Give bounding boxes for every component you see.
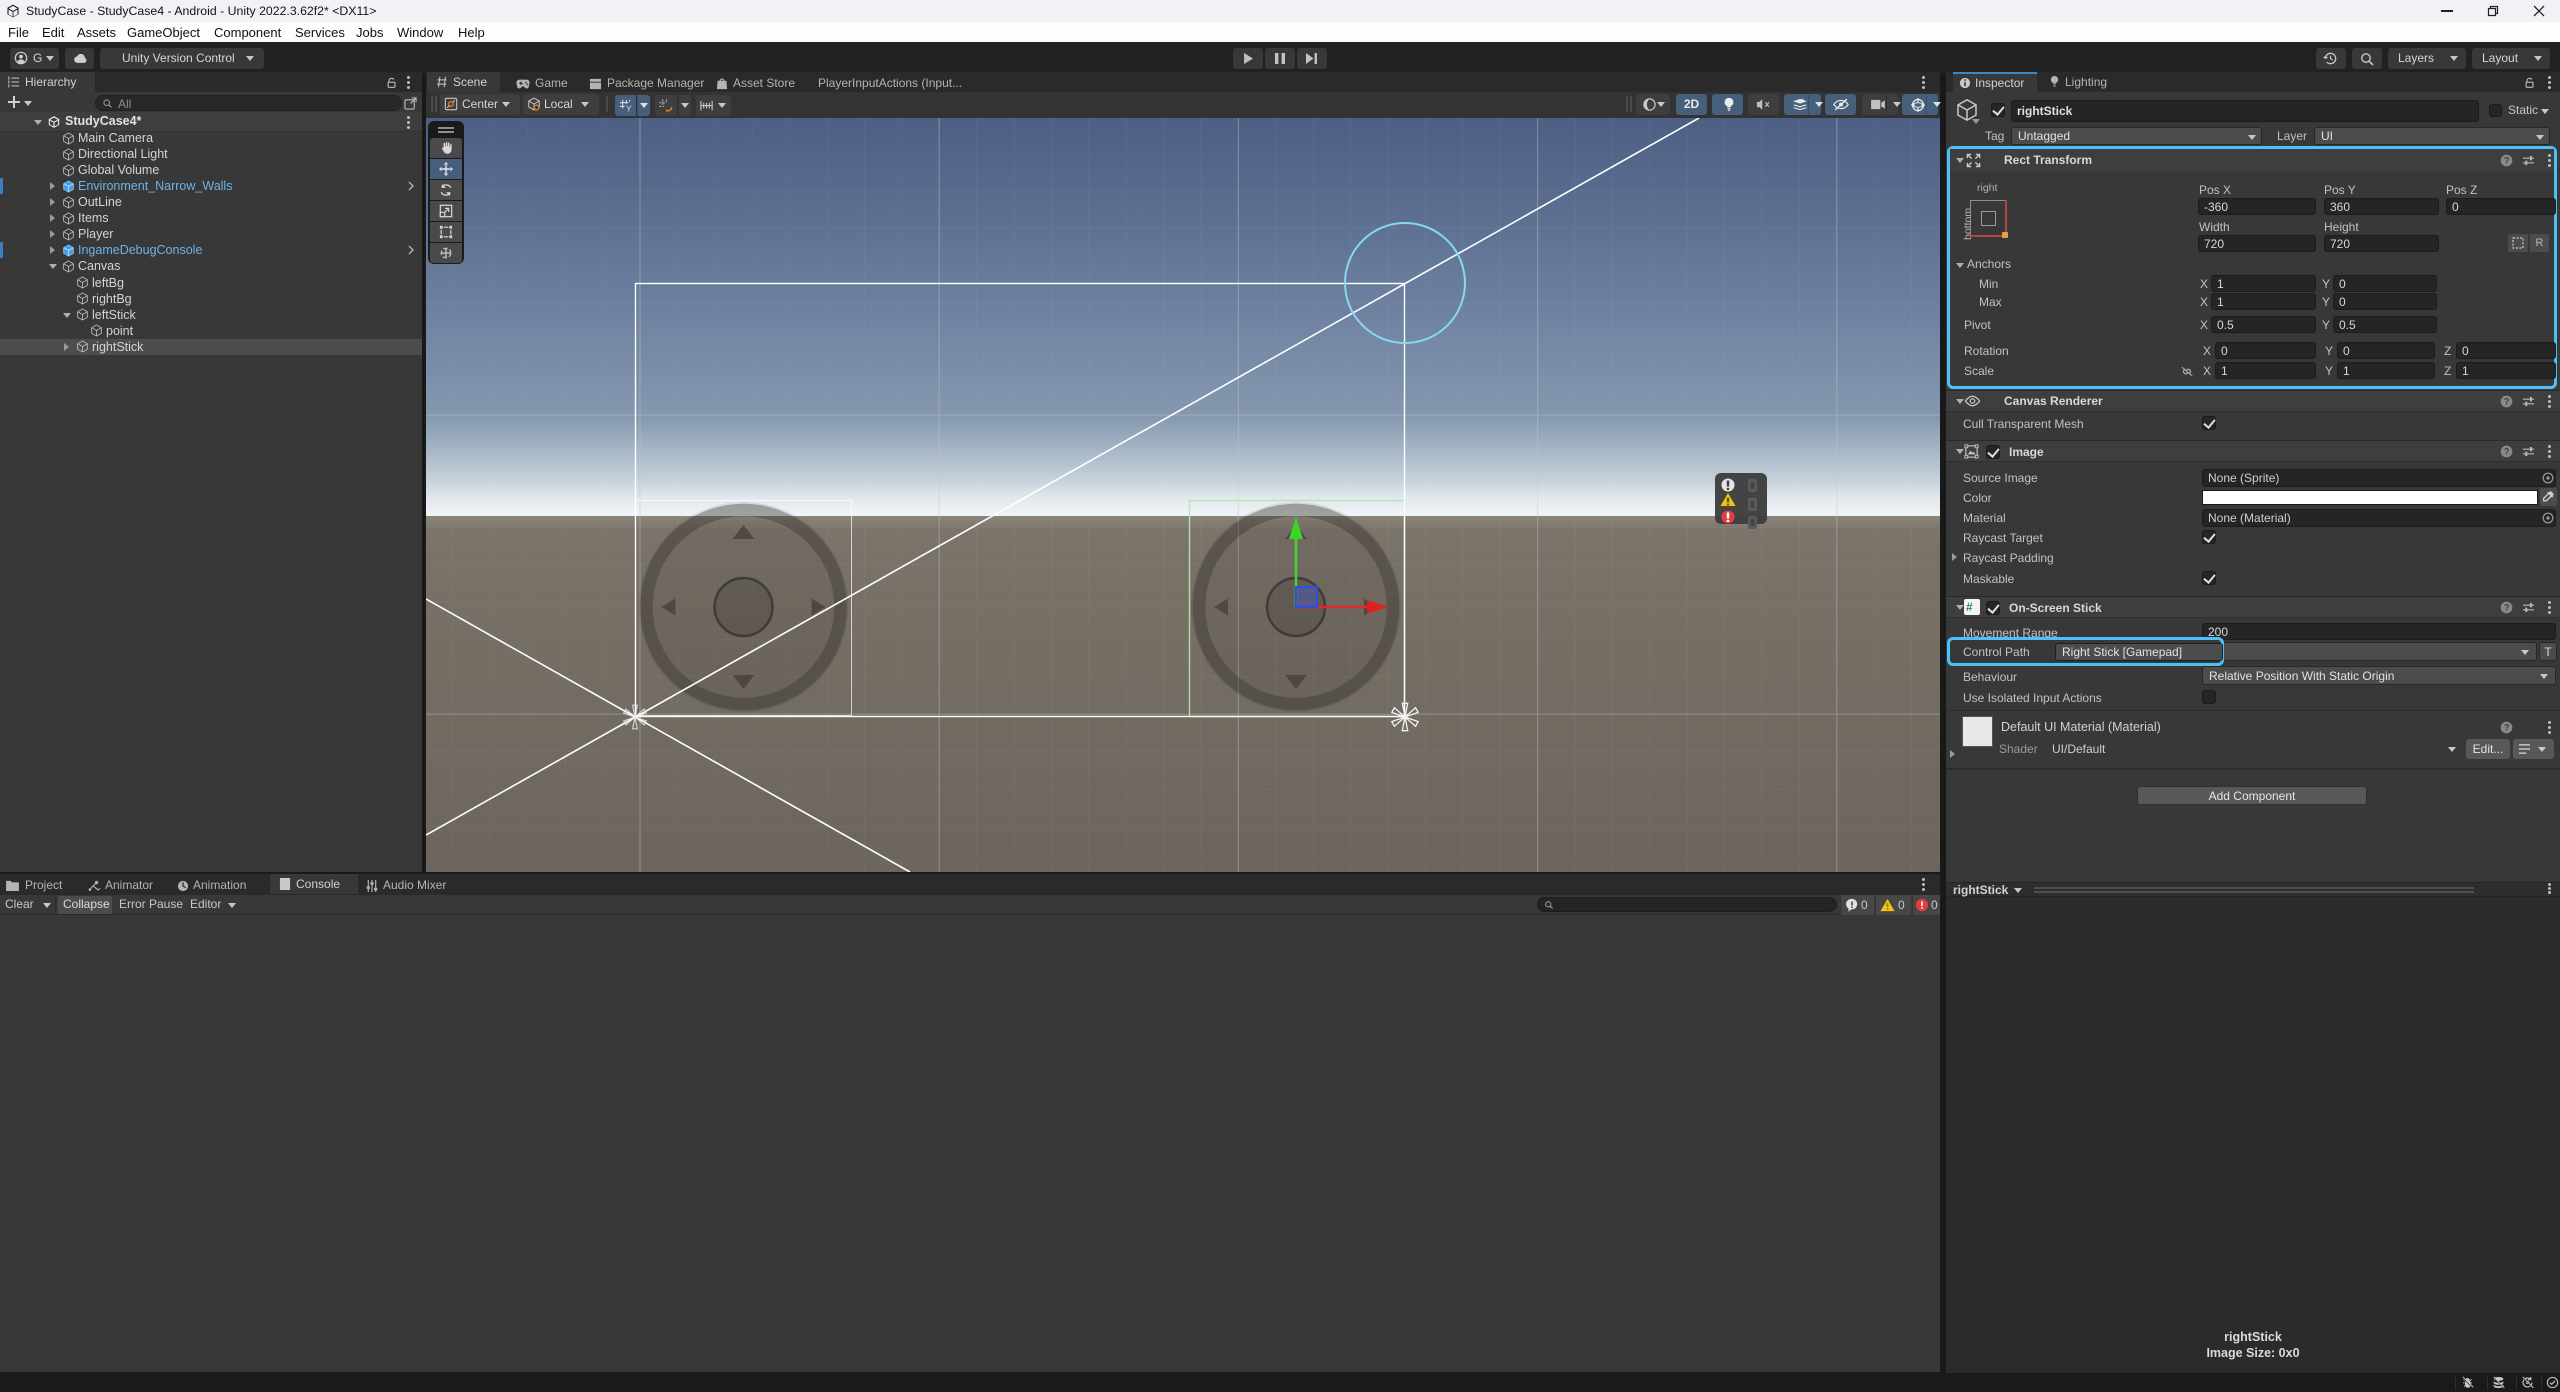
svg-text:?: ? [2504, 155, 2509, 165]
svg-text:?: ? [2504, 722, 2509, 732]
svg-text:?: ? [2504, 602, 2509, 612]
svg-text:Y: Y [626, 104, 632, 113]
svg-text:?: ? [2504, 396, 2509, 406]
svg-text:?: ? [2504, 446, 2509, 456]
